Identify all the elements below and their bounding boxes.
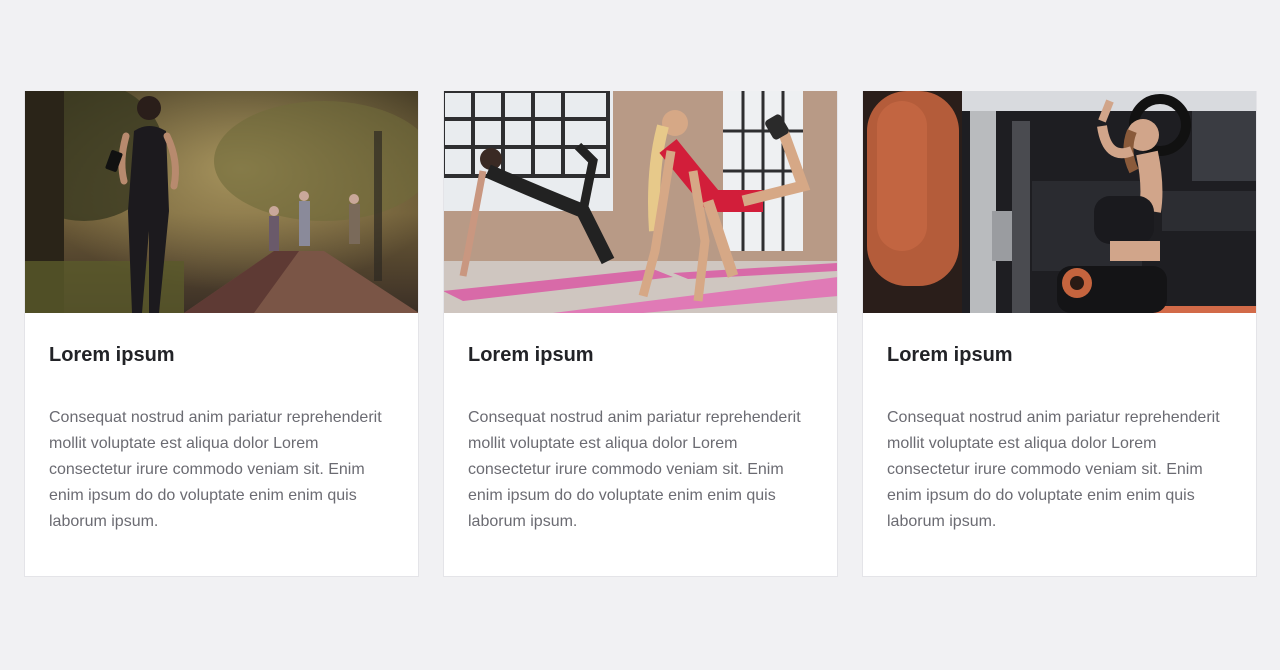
- card-body: Lorem ipsum Consequat nostrud anim paria…: [25, 313, 418, 535]
- card-title: Lorem ipsum: [887, 344, 1013, 366]
- card-image-yoga: [444, 91, 837, 313]
- card-image-gym: [863, 91, 1256, 313]
- card-body: Lorem ipsum Consequat nostrud anim paria…: [863, 313, 1256, 535]
- card-description: Consequat nostrud anim pariatur reprehen…: [468, 409, 801, 530]
- card: Lorem ipsum Consequat nostrud anim paria…: [443, 91, 838, 577]
- card-description: Consequat nostrud anim pariatur reprehen…: [887, 409, 1220, 530]
- card-title: Lorem ipsum: [468, 344, 594, 366]
- card: Lorem ipsum Consequat nostrud anim paria…: [862, 91, 1257, 577]
- card-grid: Lorem ipsum Consequat nostrud anim paria…: [24, 91, 1257, 577]
- card: Lorem ipsum Consequat nostrud anim paria…: [24, 91, 419, 577]
- card-description: Consequat nostrud anim pariatur reprehen…: [49, 409, 382, 530]
- card-image-jogging: [25, 91, 418, 313]
- card-title: Lorem ipsum: [49, 344, 175, 366]
- card-body: Lorem ipsum Consequat nostrud anim paria…: [444, 313, 837, 535]
